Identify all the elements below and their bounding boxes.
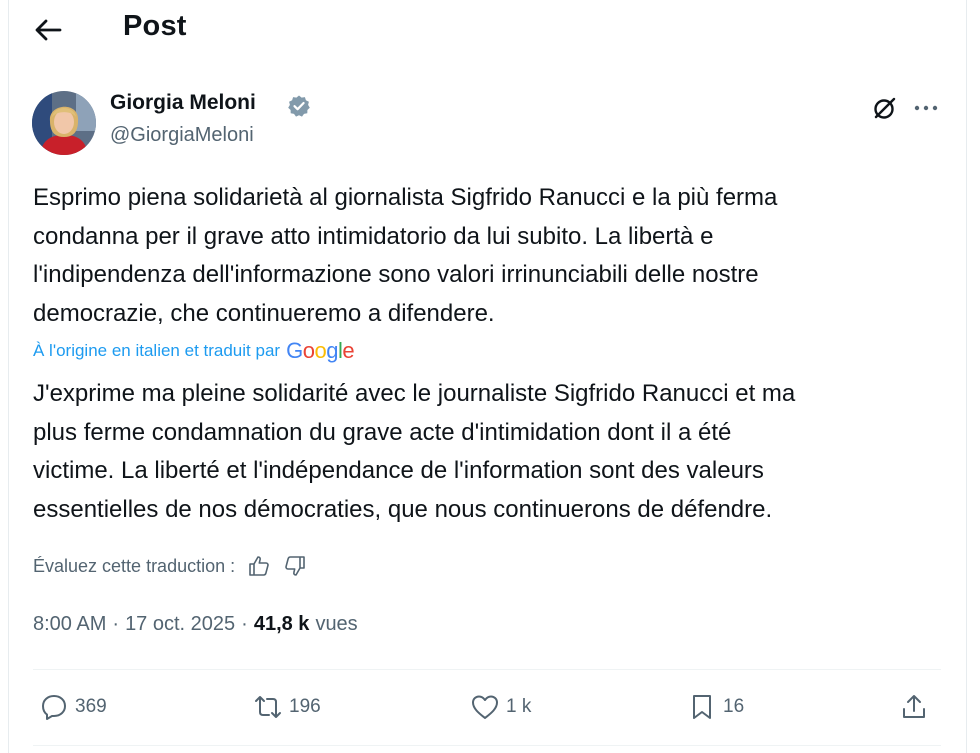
bookmark-count: 16 (723, 696, 745, 717)
post-text-line: condanna per il grave atto intimidatorio… (33, 222, 714, 250)
divider (33, 669, 941, 670)
share-icon (903, 695, 925, 718)
views-label: vues (315, 613, 358, 635)
thumbs-down-icon[interactable] (283, 554, 307, 578)
avatar[interactable] (32, 91, 96, 155)
heart-icon (472, 695, 498, 719)
post-text-line: democrazie, che continueremo a difendere… (33, 299, 495, 327)
reply-button[interactable]: 369 (39, 692, 107, 722)
repost-button[interactable]: 196 (253, 692, 321, 722)
frame-left-border (8, 0, 9, 753)
meta-separator: · (241, 613, 248, 635)
post-meta: 8:00 AM · 17 oct. 2025 · 41,8 k vues (33, 613, 358, 636)
meta-separator: · (112, 613, 120, 635)
author-name[interactable]: Giorgia Meloni (110, 91, 256, 115)
translated-text: J'exprime ma pleine solidarité avec le j… (33, 375, 943, 529)
grok-icon[interactable] (871, 94, 899, 122)
translated-text-line: J'exprime ma pleine solidarité avec le j… (33, 380, 796, 407)
translated-text-line: essentielles de nos démocraties, que nou… (33, 495, 773, 523)
translated-text-line: victime. La liberté et l'indépendance de… (33, 457, 764, 484)
action-bar: 369 196 1 k 16 (33, 684, 943, 732)
like-button[interactable]: 1 k (470, 692, 531, 722)
more-options-icon[interactable] (912, 94, 940, 122)
post-time[interactable]: 8:00 AM (33, 613, 106, 636)
thumbs-up-icon[interactable] (247, 554, 271, 578)
views-count: 41,8 k (253, 613, 310, 635)
divider (33, 745, 941, 746)
post-text-line: Esprimo piena solidarietà al giornalista… (33, 184, 778, 211)
reply-count: 369 (75, 696, 107, 717)
like-count: 1 k (506, 696, 532, 717)
rate-translation-label: Évaluez cette traduction : (33, 555, 236, 576)
author-handle[interactable]: @GiorgiaMeloni (110, 124, 254, 147)
rate-translation-row: Évaluez cette traduction : (33, 552, 307, 580)
repost-icon (255, 696, 281, 718)
google-logo: Google (286, 338, 355, 363)
share-button[interactable] (899, 692, 929, 722)
top-bar: Post (0, 0, 966, 60)
arrow-left-icon (35, 19, 62, 41)
bookmark-button[interactable]: 16 (687, 692, 744, 722)
page-title: Post (123, 10, 187, 42)
translation-notice[interactable]: À l'origine en italien et traduit par Go… (33, 338, 355, 364)
bookmark-icon (693, 695, 711, 719)
translation-notice-label: À l'origine en italien et traduit par (33, 341, 281, 360)
back-button[interactable] (30, 12, 66, 48)
verified-badge-icon (287, 94, 311, 118)
post-text-line: l'indipendenza dell'informazione sono va… (33, 261, 759, 288)
post-date[interactable]: 17 oct. 2025 (125, 613, 235, 636)
avatar-image (32, 91, 96, 155)
post-text: Esprimo piena solidarietà al giornalista… (33, 179, 938, 333)
translated-text-line: plus ferme condamnation du grave acte d'… (33, 418, 732, 446)
frame-right-border (966, 0, 967, 753)
reply-icon (42, 695, 66, 720)
repost-count: 196 (289, 696, 321, 717)
